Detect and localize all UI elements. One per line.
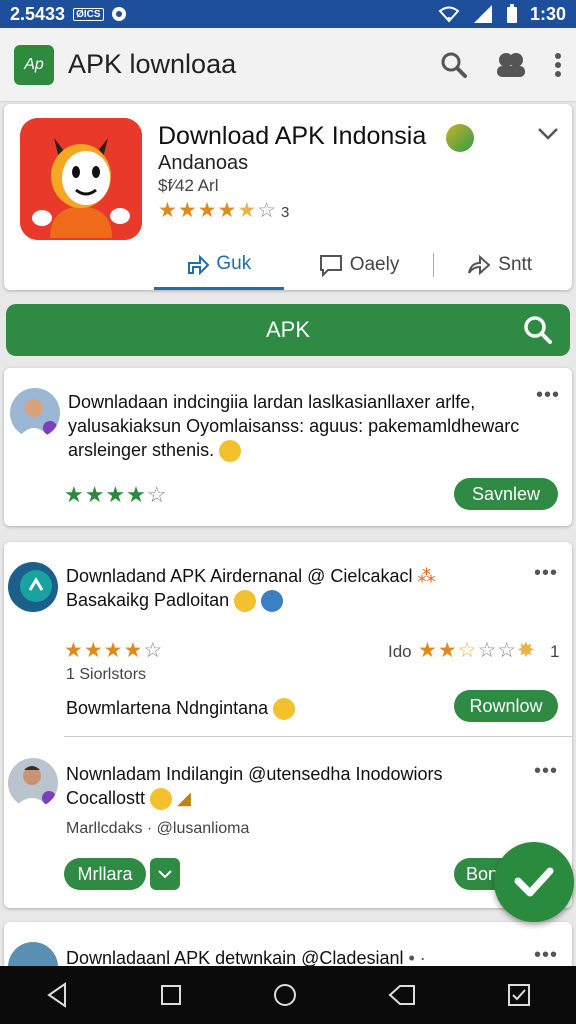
- tab-share[interactable]: Guk: [154, 240, 284, 290]
- download-button[interactable]: Rownlow: [454, 690, 558, 722]
- divider: [64, 736, 572, 737]
- emoji-icon: [234, 590, 257, 613]
- post-line-text: arsleinger sthenis.: [68, 440, 215, 460]
- check-icon: [514, 867, 554, 897]
- app-details-card: Download APK Indonsia Andanoas $f⁄42 Arl…: [4, 104, 572, 290]
- sparkle-icon: ✸: [517, 639, 536, 662]
- post-line: Downladaan indcingiia lardan laslkasianl…: [68, 392, 476, 412]
- more-horiz-icon[interactable]: •••: [534, 562, 558, 585]
- right-count: 1: [550, 642, 560, 661]
- chevron-down-icon: [158, 870, 172, 879]
- signal-icon: [473, 5, 492, 23]
- back-icon[interactable]: [45, 982, 69, 1008]
- more-horiz-icon[interactable]: •••: [534, 944, 558, 967]
- battery-icon: [506, 4, 517, 23]
- emoji-icon: [261, 590, 284, 613]
- notification-icon: [111, 7, 126, 21]
- search-icon[interactable]: [522, 314, 554, 352]
- app-price: $f⁄42 Arl: [158, 176, 219, 195]
- expand-button[interactable]: [150, 858, 180, 890]
- right-rating: ★★☆☆☆✸: [418, 639, 536, 662]
- search-bar[interactable]: APK: [6, 304, 570, 356]
- avatar[interactable]: [8, 562, 58, 612]
- follow-button[interactable]: Mrllara: [64, 858, 146, 890]
- tab-forward[interactable]: Sntt: [434, 240, 564, 290]
- status-bar: 2.5433 ØICS 1:30: [0, 0, 576, 28]
- carrier-badge: ØICS: [73, 7, 104, 21]
- comment-icon: [319, 255, 342, 277]
- forward-icon: [468, 254, 491, 276]
- more-vert-icon[interactable]: [554, 52, 562, 78]
- post-text: Downladand APK Airdernanal @ Cielcakacl …: [66, 564, 506, 613]
- post-line-text: Downladand APK Airdernanal @ Cielcakacl: [66, 566, 413, 586]
- verified-badge-icon: [446, 124, 474, 152]
- post-line-text: Bowmlartena Ndngintana: [66, 698, 269, 718]
- save-view-button[interactable]: Savnlew: [454, 478, 558, 510]
- post-line: arsleinger sthenis.: [68, 438, 558, 463]
- app-name: Download APK Indonsia: [158, 122, 427, 150]
- star-icon: ★★★★: [158, 199, 238, 222]
- status-clock: 1:30: [529, 3, 566, 24]
- right-label: Ido: [388, 642, 412, 661]
- nav-back-alt-icon[interactable]: [388, 983, 416, 1007]
- post-line-text: Downladaanl APK detwnkain @Cladesianl: [66, 948, 404, 968]
- home-icon[interactable]: [272, 982, 298, 1008]
- tab-comment[interactable]: Oaely: [284, 240, 434, 290]
- post-text: Downladaan indcingiia lardan laslkasianl…: [68, 390, 558, 463]
- emoji-icon: [150, 788, 173, 811]
- rating-count: 3: [280, 204, 291, 221]
- app-title: APK lownloaa: [68, 49, 237, 79]
- app-rating: ★★★★★☆ 3: [158, 198, 290, 223]
- avatar[interactable]: [10, 388, 60, 438]
- post-line: Nownladam Indilangin @utensedha Inodowio…: [66, 764, 443, 784]
- post-text: Nownladam Indilangin @utensedha Inodowio…: [66, 762, 506, 811]
- more-horiz-icon[interactable]: •••: [536, 384, 560, 407]
- half-star-icon: ★: [237, 199, 258, 222]
- post-subtext: Marllcdaks · @lusanlioma: [66, 820, 250, 837]
- share-arrow-icon: [188, 254, 210, 275]
- post-line: Basakaikg Padloitan: [66, 588, 506, 613]
- wifi-icon: [438, 6, 460, 23]
- post-card: Downladaan indcingiia lardan laslkasianl…: [4, 368, 572, 526]
- system-nav-bar: [0, 966, 576, 1024]
- avatar[interactable]: [8, 758, 58, 808]
- search-icon[interactable]: [440, 51, 468, 79]
- app-logo: Ap: [14, 44, 54, 85]
- post-line: Downladand APK Airdernanal @ Cielcakacl …: [66, 564, 506, 588]
- tab-label: Oaely: [349, 254, 400, 275]
- empty-star-icon: ☆: [257, 199, 277, 222]
- more-horiz-icon[interactable]: •••: [534, 760, 558, 783]
- post-line: Cocallostt ◢: [66, 786, 506, 811]
- post-line: Bowmlartena Ndngintana: [66, 696, 296, 721]
- emoji-icon: [219, 440, 242, 463]
- action-tabs: Guk Oaely Sntt: [154, 240, 564, 290]
- developer-name[interactable]: Andanoas: [158, 152, 248, 175]
- recents-icon[interactable]: [160, 984, 182, 1006]
- post-rating: ★★★★☆: [64, 482, 168, 507]
- emoji-icon: [273, 698, 296, 721]
- post-line-text: Cocallostt: [66, 788, 146, 808]
- floating-action-button[interactable]: [494, 842, 574, 922]
- tab-label: Guk: [216, 252, 252, 274]
- post-subtext: 1 Siorlstors: [66, 666, 147, 683]
- app-icon[interactable]: [20, 118, 142, 240]
- status-time-left: 2.5433: [10, 3, 66, 24]
- chevron-down-icon[interactable]: [536, 126, 560, 147]
- account-icon[interactable]: [494, 51, 528, 79]
- bell-icon: ◢: [177, 788, 191, 808]
- fire-icon: ⁂: [417, 566, 436, 586]
- checkbox-icon[interactable]: [507, 983, 531, 1007]
- tab-label: Sntt: [498, 254, 533, 275]
- search-bar-label: APK: [265, 317, 311, 342]
- app-bar: Ap APK lownloaa: [0, 28, 576, 102]
- post-line: yalusakiaksun Oyomlaisanss: aguus: pakem…: [68, 416, 520, 436]
- post-rating: ★★★★☆: [64, 639, 164, 662]
- post-card: Downladand APK Airdernanal @ Cielcakacl …: [4, 542, 572, 908]
- post-line-text: Basakaikg Padloitan: [66, 590, 230, 610]
